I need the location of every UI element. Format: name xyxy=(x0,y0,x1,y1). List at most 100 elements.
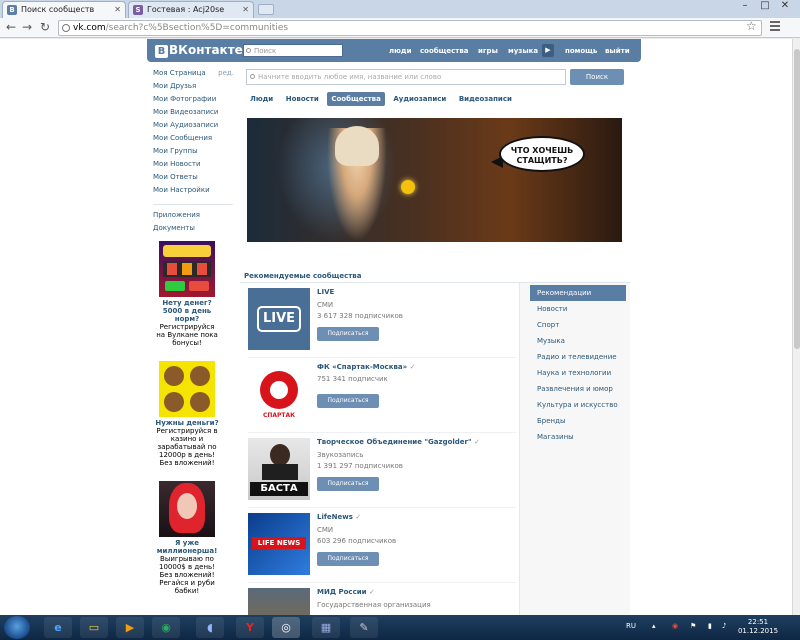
yandex-browser-icon[interactable]: Y xyxy=(236,617,264,638)
audio-play-icon[interactable]: ▶ xyxy=(542,44,554,57)
edit-link[interactable]: ред. xyxy=(218,69,234,77)
scrollbar-thumb[interactable] xyxy=(794,49,800,349)
nav-communities[interactable]: сообщества xyxy=(420,47,469,55)
category-radio-tv[interactable]: Радио и телевидение xyxy=(530,349,626,365)
close-window-icon[interactable]: ✕ xyxy=(776,0,794,11)
vk-logo[interactable]: В ВКонтакте xyxy=(155,43,243,58)
sidebar-item-my-page[interactable]: Моя Страница ред. xyxy=(153,69,238,82)
sidebar-item-messages[interactable]: Мои Сообщения xyxy=(153,134,238,147)
maximize-icon[interactable]: □ xyxy=(756,0,774,11)
browser-tab-strip: В Поиск сообществ ✕ S Гостевая : Acj20se… xyxy=(0,0,800,18)
chrome-icon[interactable]: ◎ xyxy=(272,617,300,638)
category-music[interactable]: Музыка xyxy=(530,333,626,349)
ad-block[interactable]: Я уже миллионерша! Выигрываю по 10000$ в… xyxy=(155,481,219,595)
community-search-input[interactable]: Начните вводить любое имя, название или … xyxy=(246,69,566,85)
search-button[interactable]: Поиск xyxy=(570,69,624,85)
community-name[interactable]: МИД России ✓ xyxy=(317,588,375,596)
ad-title[interactable]: Нету денег? 5000 в день норм? xyxy=(155,299,219,323)
sidebar-item-friends[interactable]: Мои Друзья xyxy=(153,82,238,95)
internet-explorer-icon[interactable]: e xyxy=(44,617,72,638)
community-name[interactable]: ФК «Спартак-Москва» ✓ xyxy=(317,363,415,371)
sidebar-item-documents[interactable]: Документы xyxy=(153,224,238,237)
reload-icon[interactable]: ↻ xyxy=(38,20,52,34)
tray-chevron-icon[interactable]: ▴ xyxy=(652,622,656,630)
address-bar[interactable]: vk.com/search?c%5Bsection%5D=communities xyxy=(58,20,762,36)
sidebar-item-videos[interactable]: Мои Видеозаписи xyxy=(153,108,238,121)
file-explorer-icon[interactable]: ▭ xyxy=(80,617,108,638)
language-indicator[interactable]: RU xyxy=(626,622,636,630)
header-search-input[interactable]: Поиск xyxy=(243,44,343,57)
category-entertainment[interactable]: Развлечения и юмор xyxy=(530,381,626,397)
category-culture[interactable]: Культура и искусство xyxy=(530,397,626,413)
ad-block[interactable]: Нужны деньги? Регистрируйся в казино и з… xyxy=(155,361,219,467)
tab-video[interactable]: Видеозаписи xyxy=(455,92,516,106)
category-science[interactable]: Наука и технологии xyxy=(530,365,626,381)
tab-guestbook[interactable]: S Гостевая : Acj20se ✕ xyxy=(128,1,254,18)
audio-app-icon[interactable]: ◖ xyxy=(196,617,224,638)
ad-woman-photo[interactable] xyxy=(159,481,215,537)
community-avatar[interactable] xyxy=(248,588,310,615)
category-shops[interactable]: Магазины xyxy=(530,429,626,445)
subscribe-button[interactable]: Подписаться xyxy=(317,327,379,341)
tab-news[interactable]: Новости xyxy=(282,92,323,106)
forward-icon[interactable]: → xyxy=(20,20,34,34)
control-panel-icon[interactable]: ▦ xyxy=(312,617,340,638)
sidebar-item-news[interactable]: Мои Новости xyxy=(153,160,238,173)
tab-audio[interactable]: Аудиозаписи xyxy=(389,92,450,106)
system-clock[interactable]: 22:51 01.12.2015 xyxy=(736,618,780,636)
bookmark-star-icon[interactable]: ☆ xyxy=(746,19,757,33)
page-scrollbar[interactable] xyxy=(792,39,800,615)
nav-music[interactable]: музыка xyxy=(508,47,538,55)
category-sport[interactable]: Спорт xyxy=(530,317,626,333)
chrome-menu-icon[interactable] xyxy=(770,21,780,33)
app-icon[interactable]: ◉ xyxy=(152,617,180,638)
network-icon[interactable]: ▮ xyxy=(708,622,712,630)
start-button[interactable] xyxy=(4,616,30,639)
community-avatar[interactable]: LIFE NEWS xyxy=(248,513,310,575)
ad-title[interactable]: Я уже миллионерша! xyxy=(155,539,219,555)
new-tab-button[interactable] xyxy=(258,4,274,15)
sidebar-item-photos[interactable]: Мои Фотографии xyxy=(153,95,238,108)
nav-games[interactable]: игры xyxy=(478,47,498,55)
back-icon[interactable]: ← xyxy=(4,20,18,34)
sidebar-item-apps[interactable]: Приложения xyxy=(153,211,238,224)
ad-monkey-slots-image[interactable] xyxy=(159,361,215,417)
subscribe-button[interactable]: Подписаться xyxy=(317,477,379,491)
tab-search-communities[interactable]: В Поиск сообществ ✕ xyxy=(2,1,126,18)
promo-banner[interactable]: ЧТО ХОЧЕШЬ СТАЩИТЬ? xyxy=(247,118,622,242)
nav-help[interactable]: помощь xyxy=(565,47,597,55)
ad-slot-machine-image[interactable] xyxy=(159,241,215,297)
flag-icon[interactable]: ⚑ xyxy=(690,622,696,630)
volume-icon[interactable]: ♪ xyxy=(722,622,726,630)
subscribe-button[interactable]: Подписаться xyxy=(317,394,379,408)
community-avatar[interactable]: LIVE xyxy=(248,288,310,350)
clock-date: 01.12.2015 xyxy=(737,627,779,635)
community-avatar[interactable]: БАСТА xyxy=(248,438,310,500)
ad-title[interactable]: Нужны деньги? xyxy=(155,419,219,427)
community-name[interactable]: LIVE xyxy=(317,288,334,296)
community-name[interactable]: Творческое Объединение "Gazgolder" ✓ xyxy=(317,438,480,446)
ad-block[interactable]: Нету денег? 5000 в день норм? Регистриру… xyxy=(155,241,219,347)
minimize-icon[interactable]: – xyxy=(736,0,754,11)
nav-logout[interactable]: выйти xyxy=(605,47,630,55)
close-tab-icon[interactable]: ✕ xyxy=(114,5,121,14)
tab-communities[interactable]: Сообщества xyxy=(327,92,385,106)
tab-people[interactable]: Люди xyxy=(246,92,277,106)
category-news[interactable]: Новости xyxy=(530,301,626,317)
sidebar-item-audio[interactable]: Мои Аудиозаписи xyxy=(153,121,238,134)
category-recommendations[interactable]: Рекомендации xyxy=(530,285,626,301)
media-player-icon[interactable]: ▶ xyxy=(116,617,144,638)
nav-people[interactable]: люди xyxy=(389,47,412,55)
community-name[interactable]: LifeNews ✓ xyxy=(317,513,361,521)
sidebar-item-settings[interactable]: Мои Настройки xyxy=(153,186,238,199)
bubble-text-line1: ЧТО ХОЧЕШЬ xyxy=(510,146,574,155)
sidebar-item-groups[interactable]: Мои Группы xyxy=(153,147,238,160)
page-info-icon[interactable] xyxy=(62,24,70,32)
paint-icon[interactable]: ✎ xyxy=(350,617,378,638)
community-avatar[interactable]: СПАРТАК xyxy=(248,363,310,425)
sidebar-item-answers[interactable]: Мои Ответы xyxy=(153,173,238,186)
close-tab-icon[interactable]: ✕ xyxy=(242,5,249,14)
tray-app-icon[interactable]: ◉ xyxy=(672,622,678,630)
category-brands[interactable]: Бренды xyxy=(530,413,626,429)
subscribe-button[interactable]: Подписаться xyxy=(317,552,379,566)
